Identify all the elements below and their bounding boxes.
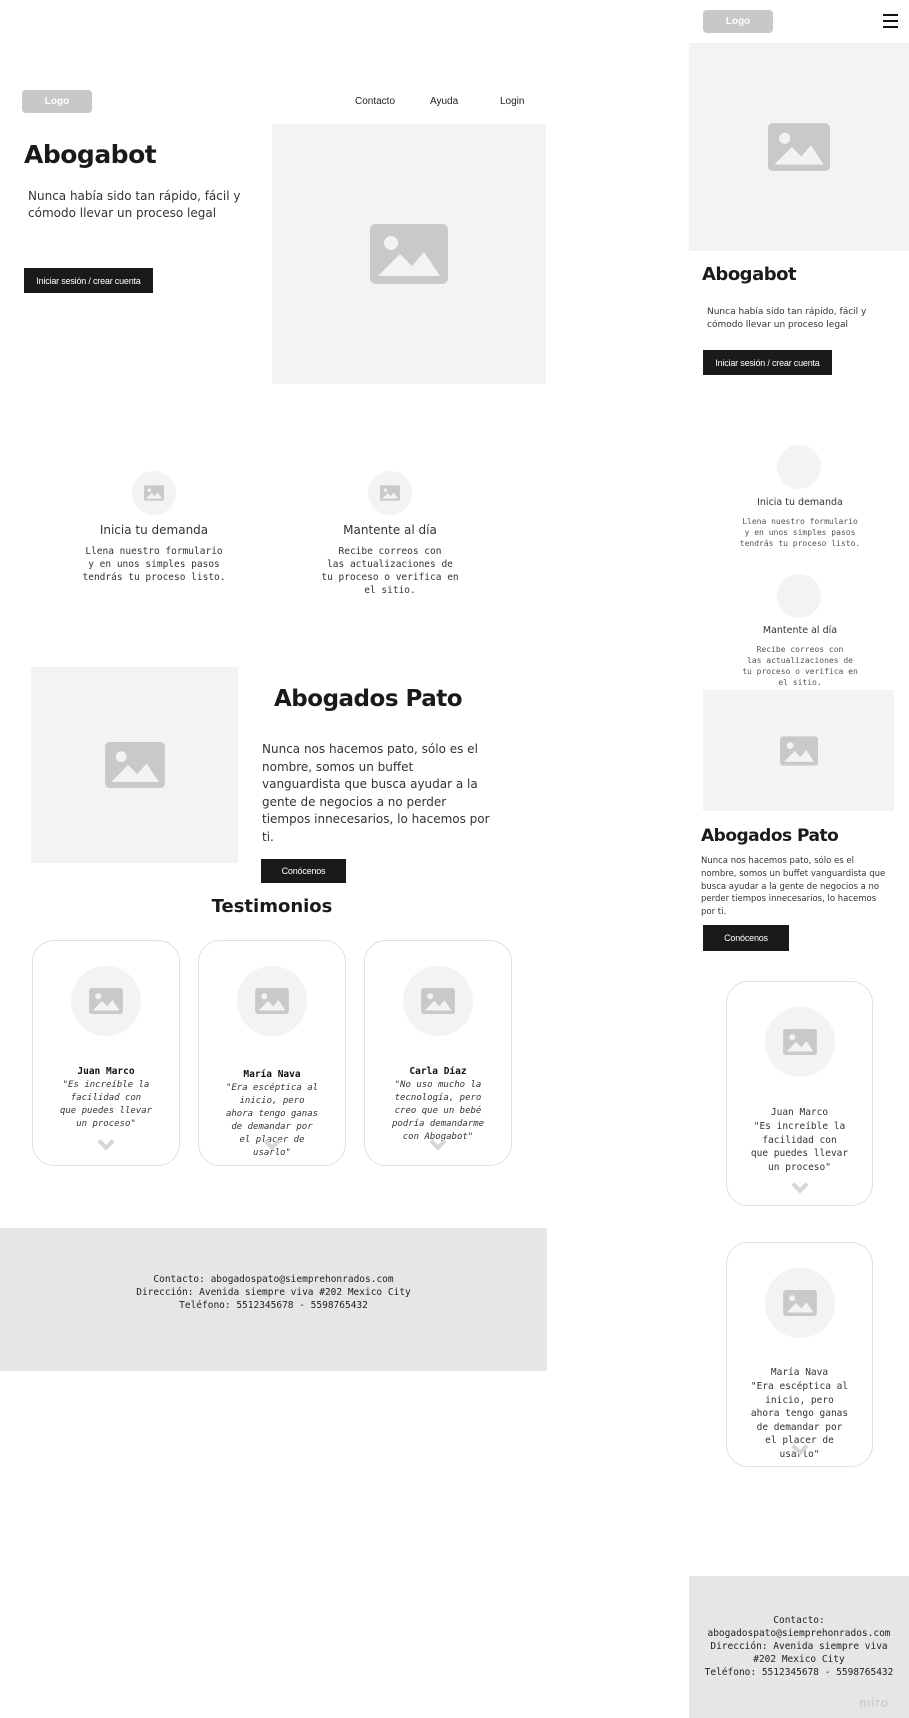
about-text: Nunca nos hacemos pato, sólo es el nombr… <box>262 742 490 844</box>
mobile-feature-demanda-title: Inicia tu demanda <box>757 497 843 508</box>
testimonial-quote: "Es increíble la facilidad con que puede… <box>750 1121 849 1173</box>
footer-address: Dirección: Avenida siempre viva #202 Mex… <box>136 1287 411 1298</box>
mobile-testimonial-card: Juan Marco "Es increíble la facilidad co… <box>726 981 873 1206</box>
hero-title: Abogabot <box>24 140 157 169</box>
image-placeholder-icon <box>370 224 448 284</box>
login-signup-button[interactable]: Iniciar sesión / crear cuenta <box>24 268 153 293</box>
testimonial-card: María Nava "Era escéptica al inicio, per… <box>198 940 346 1166</box>
image-placeholder-icon <box>768 123 830 171</box>
mobile-feature-demanda-text: Llena nuestro formulario y en unos simpl… <box>739 517 861 548</box>
testimonial-name: Carla Díaz <box>409 1066 467 1077</box>
footer-address: Dirección: Avenida siempre viva #202 Mex… <box>710 1641 888 1665</box>
footer-contact-email: abogadospato@siemprehonrados.com <box>707 1628 891 1639</box>
nav-contacto-link[interactable]: Contacto <box>355 96 395 107</box>
avatar <box>765 1007 835 1077</box>
image-placeholder-icon <box>144 485 164 501</box>
mobile-about-text: Nunca nos hacemos pato, sólo es el nombr… <box>701 856 886 918</box>
avatar <box>765 1268 835 1338</box>
mobile-hero-title: Abogabot <box>702 264 797 285</box>
image-placeholder-icon <box>783 1029 817 1055</box>
nav-login-link[interactable]: Login <box>500 96 524 107</box>
mobile-testimonial-card: María Nava "Era escéptica al inicio, per… <box>726 1242 873 1467</box>
mobile-footer: Contacto: abogadospato@siemprehonrados.c… <box>689 1576 909 1718</box>
avatar <box>403 966 473 1036</box>
chevron-down-icon[interactable] <box>97 1133 115 1151</box>
mobile-about-image <box>703 690 894 811</box>
image-placeholder-icon <box>255 988 289 1014</box>
mobile-conocenos-button[interactable]: Conócenos <box>703 925 789 951</box>
testimonial-card: Carla Díaz "No uso mucho la tecnología, … <box>364 940 512 1166</box>
mobile-about-title: Abogados Pato <box>701 826 839 846</box>
image-placeholder-icon <box>104 742 165 788</box>
feature-demanda-text: Llena nuestro formulario y en unos simpl… <box>82 546 226 583</box>
testimonial-quote: "Es increíble la facilidad con que puede… <box>59 1080 153 1129</box>
image-placeholder-icon <box>89 988 123 1014</box>
footer-contact-label: Contacto: <box>773 1615 825 1626</box>
testimonials-title: Testimonios <box>211 896 333 917</box>
mobile-hero-image <box>689 43 909 251</box>
hero-image <box>272 124 546 384</box>
testimonial-card: Juan Marco "Es increíble la facilidad co… <box>32 940 180 1166</box>
testimonial-name: María Nava <box>770 1367 829 1378</box>
hero-subtitle: Nunca había sido tan rápido, fácil y cóm… <box>28 189 241 220</box>
footer-contact: Contacto: abogadospato@siemprehonrados.c… <box>153 1274 394 1285</box>
mobile-feature-aldia-image <box>777 574 821 618</box>
footer-phone: Teléfono: 5512345678 - 5598765432 <box>704 1667 894 1678</box>
feature-aldia-title: Mantente al día <box>343 523 437 537</box>
mobile-logo[interactable]: Logo <box>703 10 773 33</box>
footer-phone: Teléfono: 5512345678 - 5598765432 <box>179 1300 368 1311</box>
feature-aldia-text: Recibe correos con las actualizaciones d… <box>321 546 459 596</box>
mobile-hero-subtitle: Nunca había sido tan rápido, fácil y cóm… <box>707 307 867 330</box>
image-placeholder-icon <box>380 485 400 501</box>
testimonial-name: Juan Marco <box>770 1107 829 1118</box>
testimonial-name: María Nava <box>243 1069 301 1080</box>
about-title: Abogados Pato <box>274 686 463 712</box>
miro-watermark: miro <box>858 1695 889 1710</box>
mobile-login-signup-button[interactable]: Iniciar sesión / crear cuenta <box>703 350 832 375</box>
mobile-feature-demanda-image <box>777 445 821 489</box>
hamburger-menu-icon[interactable] <box>883 14 898 28</box>
avatar <box>237 966 307 1036</box>
mobile-feature-aldia-text: Recibe correos con las actualizaciones d… <box>742 645 858 687</box>
nav-ayuda-link[interactable]: Ayuda <box>430 96 458 107</box>
logo[interactable]: Logo <box>22 90 92 113</box>
about-image <box>31 667 238 863</box>
chevron-down-icon[interactable] <box>791 1176 809 1194</box>
avatar <box>71 966 141 1036</box>
image-placeholder-icon <box>421 988 455 1014</box>
feature-aldia-image <box>368 471 412 515</box>
image-placeholder-icon <box>779 735 818 766</box>
image-placeholder-icon <box>783 1290 817 1316</box>
mobile-feature-aldia-title: Mantente al día <box>762 625 838 636</box>
footer: Contacto: abogadospato@siemprehonrados.c… <box>0 1228 547 1371</box>
feature-demanda-title: Inicia tu demanda <box>99 523 209 537</box>
conocenos-button[interactable]: Conócenos <box>261 859 346 883</box>
testimonial-name: Juan Marco <box>77 1066 135 1077</box>
feature-demanda-image <box>132 471 176 515</box>
